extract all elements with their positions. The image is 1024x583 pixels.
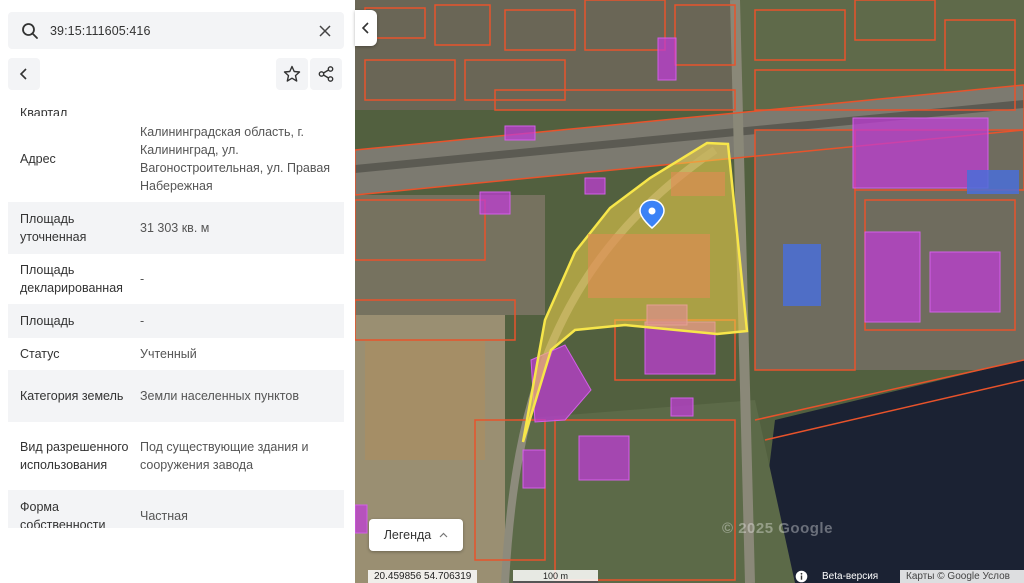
row-label: Площадь xyxy=(20,314,75,328)
star-icon xyxy=(283,65,301,82)
map-view[interactable]: © 2025 Google xyxy=(355,0,1024,583)
row-value: Учтенный xyxy=(140,347,197,361)
row-label: Квартал xyxy=(20,106,68,116)
close-icon[interactable] xyxy=(318,24,332,38)
table-row: Категория земель Земли населенных пункто… xyxy=(8,370,344,422)
legend-label: Легенда xyxy=(383,528,432,542)
share-icon xyxy=(318,66,334,82)
search-input[interactable]: 39:15:111605:416 xyxy=(50,24,318,38)
row-value: Под существующие здания и сооружения зав… xyxy=(140,440,309,472)
collapse-panel-button[interactable] xyxy=(355,10,377,46)
map-attribution[interactable]: Карты © Google Услов xyxy=(900,570,1024,583)
panel-toolbar xyxy=(8,56,344,94)
row-value: 31 303 кв. м xyxy=(140,221,210,235)
row-label: Вид разрешенного использования xyxy=(20,440,129,472)
table-row: Площадь - xyxy=(8,304,344,338)
scale-bar: 100 m xyxy=(513,570,598,583)
row-value: Земли населенных пунктов xyxy=(140,389,299,403)
table-row: Форма собственности Частная xyxy=(8,490,344,528)
row-label: Адрес xyxy=(20,152,56,166)
table-row: Площадь декларированная - xyxy=(8,254,344,304)
table-row: Адрес Калининградская область, г. Калини… xyxy=(8,116,344,202)
parcel-info-panel: 39:15:111605:416 Квартал Адрес Калинингр… xyxy=(0,0,355,583)
back-button[interactable] xyxy=(8,58,40,90)
legend-button[interactable]: Легенда xyxy=(369,519,463,551)
info-icon[interactable] xyxy=(795,570,808,583)
properties-table: Квартал Адрес Калининградская область, г… xyxy=(8,96,344,528)
row-label: Категория земель xyxy=(20,389,124,403)
row-value: - xyxy=(140,272,145,286)
row-label: Статус xyxy=(20,347,60,361)
chevron-up-icon xyxy=(439,532,448,537)
parcel-building xyxy=(671,172,725,196)
row-label: Форма собственности xyxy=(20,500,106,528)
table-row: Площадь уточненная 31 303 кв. м xyxy=(8,202,344,254)
table-row: Вид разрешенного использования Под сущес… xyxy=(8,422,344,490)
table-row: Статус Учтенный xyxy=(8,338,344,370)
row-value: Калининградская область, г. Калининград,… xyxy=(140,125,331,193)
row-label: Площадь уточненная xyxy=(20,212,87,244)
row-value: - xyxy=(140,314,145,328)
chevron-left-icon xyxy=(19,68,27,80)
map-watermark: © 2025 Google xyxy=(722,520,833,537)
share-button[interactable] xyxy=(310,58,342,90)
favorite-button[interactable] xyxy=(276,58,308,90)
row-value: Частная xyxy=(140,509,188,523)
table-row: Квартал xyxy=(8,96,344,116)
beta-label: Beta-версия xyxy=(822,571,879,582)
search-icon xyxy=(22,22,38,39)
coordinates-readout: 20.459856 54.706319 xyxy=(368,570,478,583)
satellite-map xyxy=(355,0,1024,583)
chevron-left-icon xyxy=(361,22,369,34)
row-label: Площадь декларированная xyxy=(20,263,123,295)
parcel-building xyxy=(588,234,710,298)
search-bar[interactable]: 39:15:111605:416 xyxy=(8,12,344,49)
